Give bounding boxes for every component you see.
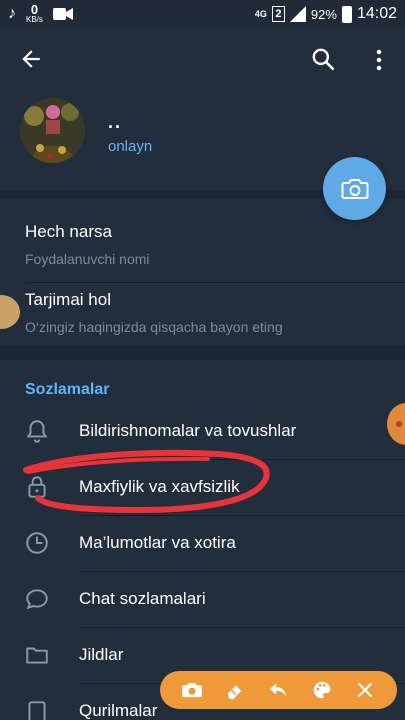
settings-item-chat[interactable]: Chat sozlamalari (0, 572, 405, 628)
annotation-toolbar (160, 671, 397, 709)
toolbar-undo-button[interactable] (266, 678, 290, 702)
folder-icon (26, 647, 48, 664)
settings-item-privacy[interactable]: Maxfiylik va xavfsizlik (0, 460, 405, 516)
avatar[interactable] (20, 98, 85, 163)
username-row[interactable]: Hech narsa Foydalanuvchi nomi (25, 222, 150, 267)
more-vert-icon[interactable] (370, 48, 388, 72)
online-status: onlayn (108, 138, 153, 155)
sim-indicator: 2 (271, 6, 285, 22)
status-bar: ♪ 0 KB/s 4G 2 92% 14:02 (0, 0, 405, 28)
undo-icon (270, 683, 287, 697)
chat-bubble-icon (26, 589, 48, 610)
close-icon (358, 683, 373, 697)
bio-title: Tarjimai hol (25, 290, 111, 309)
clock-time: 14:02 (356, 5, 397, 22)
battery-percent: 92% (310, 6, 337, 22)
lock-icon (28, 476, 46, 498)
search-icon[interactable] (310, 46, 336, 72)
bio-hint: O‘zingiz haqingizda qisqacha bayon eting (25, 319, 283, 335)
settings-item-data[interactable]: Ma’lumotlar va xotira (0, 516, 405, 572)
music-note-icon: ♪ (8, 5, 16, 22)
username-label: Foydalanuvchi nomi (25, 251, 150, 267)
settings-section: Sozlamalar Bildirishnomalar va tovushlar… (0, 360, 405, 720)
toolbar-close-button[interactable] (353, 678, 377, 702)
devices-icon (28, 701, 46, 720)
back-arrow-icon[interactable] (18, 46, 44, 72)
settings-item-notifications[interactable]: Bildirishnomalar va tovushlar (0, 404, 405, 460)
divider (25, 282, 405, 283)
toolbar-palette-button[interactable] (310, 678, 334, 702)
account-info: Hech narsa Foydalanuvchi nomi Tarjimai h… (0, 198, 405, 346)
settings-item-label: Maxfiylik va xavfsizlik (79, 477, 240, 496)
camera-icon (341, 178, 368, 199)
app-bar (0, 28, 405, 92)
toolbar-camera-button[interactable] (180, 678, 204, 702)
signal-icon (289, 6, 306, 22)
eraser-icon (227, 685, 242, 700)
network-speed: 0 KB/s (26, 2, 43, 24)
username-value: Hech narsa (25, 222, 112, 241)
video-icon (52, 8, 73, 20)
clock-icon (26, 532, 48, 554)
toolbar-eraser-button[interactable] (223, 678, 247, 702)
settings-item-label: Ma’lumotlar va xotira (79, 533, 236, 552)
bell-icon (26, 420, 48, 443)
palette-icon (313, 681, 331, 699)
settings-item-label: Bildirishnomalar va tovushlar (79, 421, 297, 440)
network-type: 4G (254, 8, 267, 19)
settings-title: Sozlamalar (25, 381, 110, 398)
camera-icon (181, 682, 202, 698)
profile-name: .. (108, 112, 123, 132)
set-photo-button[interactable] (323, 157, 386, 220)
battery-icon (341, 5, 352, 23)
settings-item-label: Chat sozlamalari (79, 589, 206, 608)
settings-item-label: Jildlar (79, 645, 124, 664)
settings-item-label: Qurilmalar (79, 701, 158, 720)
bio-row[interactable]: Tarjimai hol O‘zingiz haqingizda qisqach… (25, 290, 283, 335)
